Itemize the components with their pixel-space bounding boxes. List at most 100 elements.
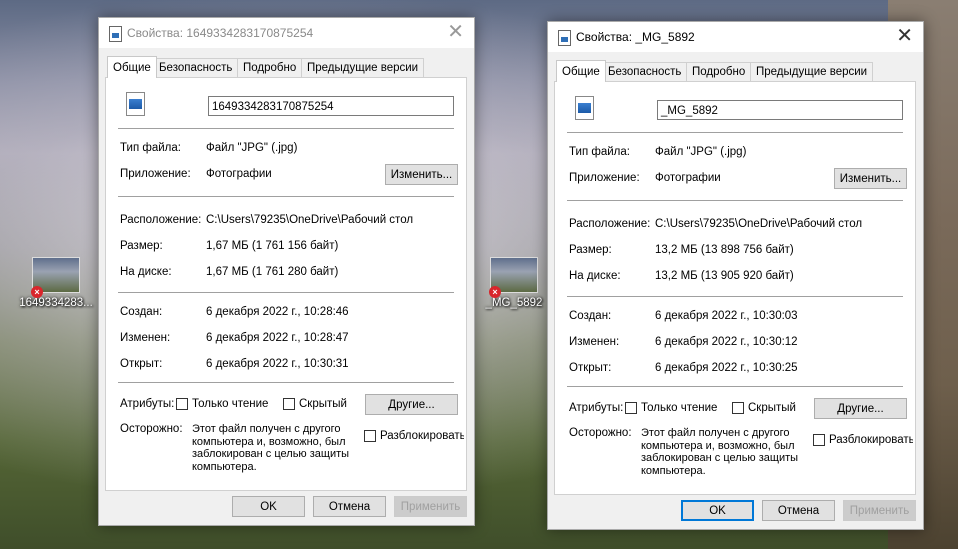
- tab-details[interactable]: Подробно: [686, 62, 752, 81]
- application-label: Приложение:: [569, 172, 640, 184]
- desktop-file-icon-1[interactable]: × 1649334283...: [16, 257, 96, 309]
- readonly-label: Только чтение: [192, 398, 269, 410]
- hidden-checkbox[interactable]: [732, 402, 744, 414]
- cancel-button[interactable]: Отмена: [313, 496, 386, 517]
- location-value: C:\Users\79235\OneDrive\Рабочий стол: [655, 218, 863, 230]
- tab-security[interactable]: Безопасность: [602, 62, 688, 81]
- ok-button[interactable]: OK: [681, 500, 754, 521]
- unblock-label: Разблокировать: [380, 430, 464, 442]
- opened-value: 6 декабря 2022 г., 10:30:25: [655, 362, 798, 374]
- properties-window-2: Свойства: _MG_5892 ✕ Общие Безопасность …: [547, 21, 924, 530]
- application-label: Приложение:: [120, 168, 191, 180]
- separator: [567, 386, 903, 387]
- tab-security[interactable]: Безопасность: [153, 58, 239, 77]
- window-title: Свойства: _MG_5892: [576, 30, 695, 44]
- cancel-button[interactable]: Отмена: [762, 500, 835, 521]
- close-icon[interactable]: ✕: [447, 21, 464, 43]
- caution-text: Этот файл получен с другого компьютера и…: [192, 423, 350, 473]
- apply-button[interactable]: Применить: [843, 500, 916, 521]
- general-panel: _MG_5892 Тип файла: Файл "JPG" (.jpg) Пр…: [554, 81, 916, 495]
- disk-size-value: 13,2 МБ (13 905 920 байт): [655, 270, 794, 282]
- close-icon[interactable]: ✕: [896, 25, 913, 47]
- size-value: 13,2 МБ (13 898 756 байт): [655, 244, 794, 256]
- file-type-label: Тип файла:: [569, 146, 630, 158]
- opened-label: Открыт:: [569, 362, 612, 374]
- image-thumbnail-icon: ×: [489, 257, 538, 298]
- filename-input[interactable]: 1649334283170875254: [208, 96, 454, 116]
- location-value: C:\Users\79235\OneDrive\Рабочий стол: [206, 214, 414, 226]
- desktop-file-label: _MG_5892: [485, 297, 543, 309]
- disk-size-label: На диске:: [120, 266, 172, 278]
- tab-details[interactable]: Подробно: [237, 58, 303, 77]
- disk-size-label: На диске:: [569, 270, 621, 282]
- image-thumbnail-icon: ×: [31, 257, 80, 298]
- other-attributes-button[interactable]: Другие...: [365, 394, 458, 415]
- tab-general[interactable]: Общие: [107, 56, 157, 78]
- apply-button[interactable]: Применить: [394, 496, 467, 517]
- attributes-label: Атрибуты:: [569, 402, 624, 414]
- readonly-checkbox[interactable]: [176, 398, 188, 410]
- hidden-label: Скрытый: [748, 402, 796, 414]
- size-value: 1,67 МБ (1 761 156 байт): [206, 240, 339, 252]
- tab-general[interactable]: Общие: [556, 60, 606, 82]
- created-label: Создан:: [569, 310, 612, 322]
- location-label: Расположение:: [569, 218, 651, 230]
- disk-size-value: 1,67 МБ (1 761 280 байт): [206, 266, 339, 278]
- file-properties-icon: [558, 30, 571, 46]
- separator: [567, 296, 903, 297]
- hidden-label: Скрытый: [299, 398, 347, 410]
- opened-label: Открыт:: [120, 358, 163, 370]
- desktop-file-icon-2[interactable]: × _MG_5892: [474, 257, 554, 309]
- application-value: Фотографии: [655, 172, 721, 184]
- window-title: Свойства: 1649334283170875254: [127, 26, 314, 40]
- ok-button[interactable]: OK: [232, 496, 305, 517]
- jpg-file-icon: [575, 96, 594, 120]
- readonly-checkbox[interactable]: [625, 402, 637, 414]
- filename-input[interactable]: _MG_5892: [657, 100, 903, 120]
- desktop-file-label: 1649334283...: [19, 297, 93, 309]
- change-button[interactable]: Изменить...: [834, 168, 907, 189]
- jpg-file-icon: [126, 92, 145, 116]
- separator: [567, 132, 903, 133]
- sync-error-icon: ×: [31, 286, 43, 298]
- application-value: Фотографии: [206, 168, 272, 180]
- tab-previous-versions[interactable]: Предыдущие версии: [750, 62, 874, 81]
- properties-window-1: Свойства: 1649334283170875254 ✕ Общие Бе…: [98, 17, 475, 526]
- created-value: 6 декабря 2022 г., 10:30:03: [655, 310, 798, 322]
- unblock-label: Разблокировать: [829, 434, 913, 446]
- separator: [567, 200, 903, 201]
- separator: [118, 292, 454, 293]
- modified-label: Изменен:: [569, 336, 620, 348]
- unblock-checkbox[interactable]: [364, 430, 376, 442]
- caution-label: Осторожно:: [120, 423, 183, 435]
- location-label: Расположение:: [120, 214, 202, 226]
- readonly-label: Только чтение: [641, 402, 718, 414]
- created-label: Создан:: [120, 306, 163, 318]
- other-attributes-button[interactable]: Другие...: [814, 398, 907, 419]
- file-type-value: Файл "JPG" (.jpg): [206, 142, 298, 154]
- caution-text: Этот файл получен с другого компьютера и…: [641, 427, 799, 477]
- size-label: Размер:: [120, 240, 163, 252]
- file-type-value: Файл "JPG" (.jpg): [655, 146, 747, 158]
- size-label: Размер:: [569, 244, 612, 256]
- file-type-label: Тип файла:: [120, 142, 181, 154]
- modified-label: Изменен:: [120, 332, 171, 344]
- file-properties-icon: [109, 26, 122, 42]
- separator: [118, 382, 454, 383]
- hidden-checkbox[interactable]: [283, 398, 295, 410]
- tab-previous-versions[interactable]: Предыдущие версии: [301, 58, 425, 77]
- window-titlebar[interactable]: Свойства: _MG_5892 ✕: [548, 22, 923, 52]
- opened-value: 6 декабря 2022 г., 10:30:31: [206, 358, 349, 370]
- created-value: 6 декабря 2022 г., 10:28:46: [206, 306, 349, 318]
- modified-value: 6 декабря 2022 г., 10:30:12: [655, 336, 798, 348]
- separator: [118, 128, 454, 129]
- unblock-checkbox[interactable]: [813, 434, 825, 446]
- general-panel: 1649334283170875254 Тип файла: Файл "JPG…: [105, 77, 467, 491]
- caution-label: Осторожно:: [569, 427, 632, 439]
- separator: [118, 196, 454, 197]
- modified-value: 6 декабря 2022 г., 10:28:47: [206, 332, 349, 344]
- change-button[interactable]: Изменить...: [385, 164, 458, 185]
- window-titlebar[interactable]: Свойства: 1649334283170875254 ✕: [99, 18, 474, 48]
- sync-error-icon: ×: [489, 286, 501, 298]
- attributes-label: Атрибуты:: [120, 398, 175, 410]
